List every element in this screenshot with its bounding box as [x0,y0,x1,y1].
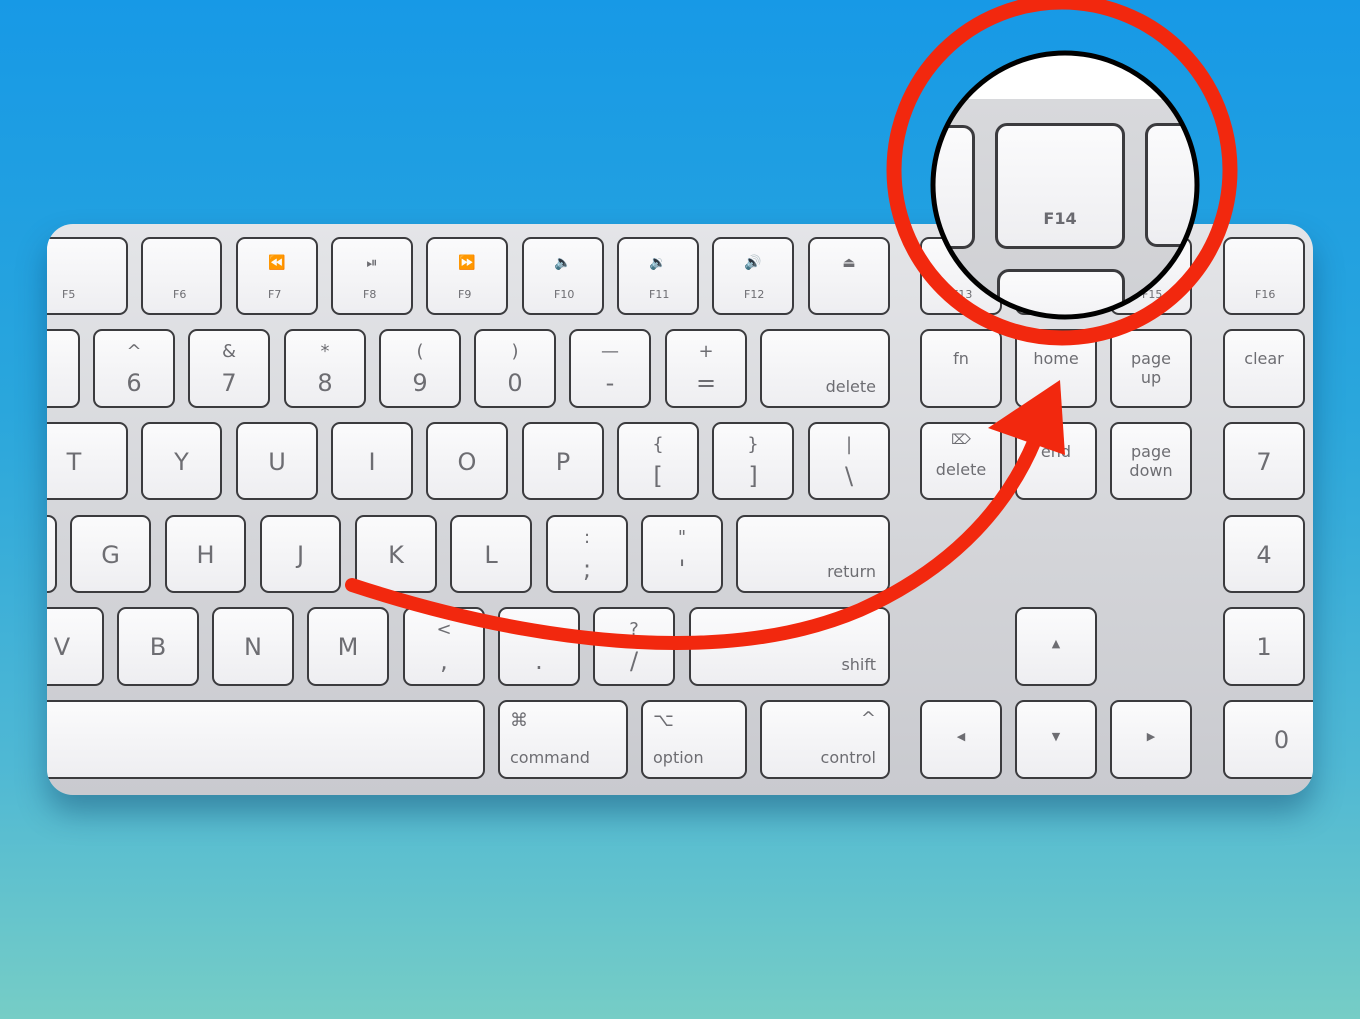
magnifier-rings [886,0,1238,346]
magnifier-black-ring [930,50,1200,320]
